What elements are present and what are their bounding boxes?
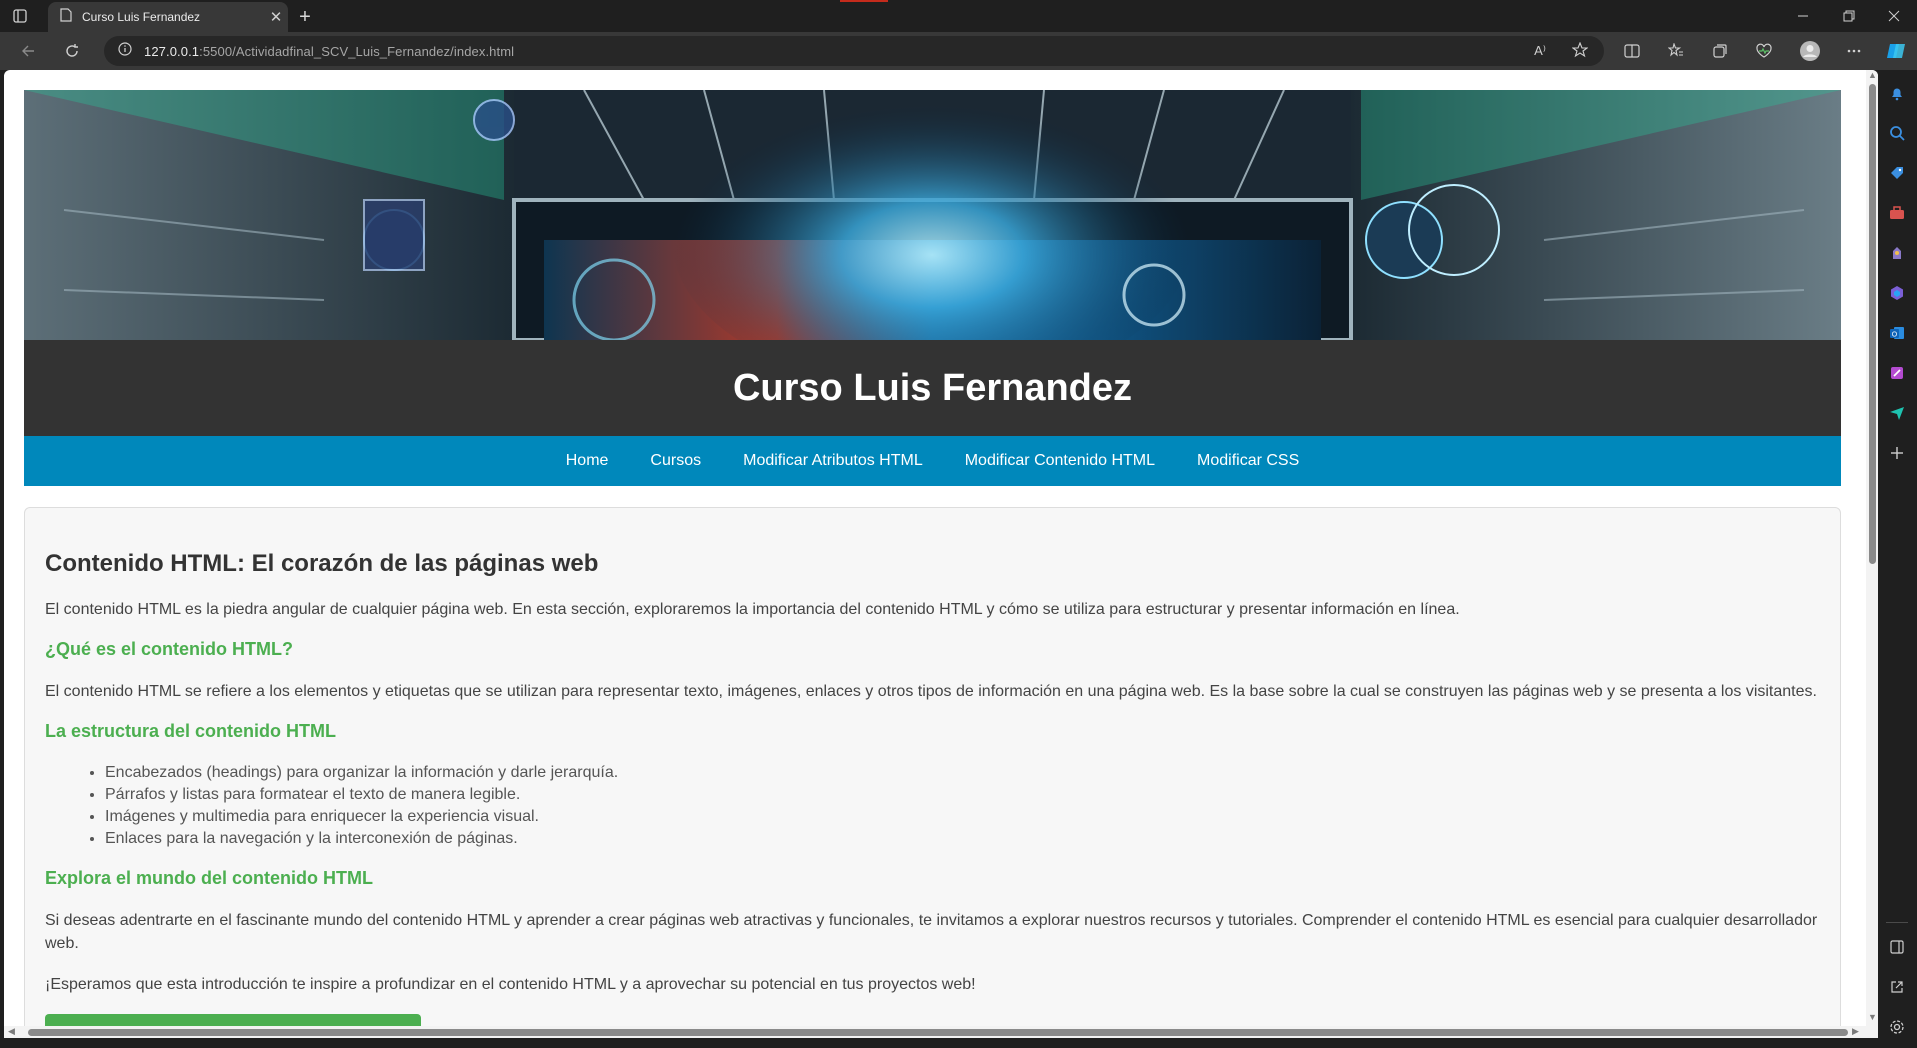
- horizontal-scrollbar[interactable]: ◀ ▶: [4, 1026, 1866, 1038]
- main-content: Contenido HTML: El corazón de las página…: [24, 507, 1841, 1038]
- section-paragraph-explora: Si deseas adentrarte en el fascinante mu…: [45, 912, 1818, 952]
- nav-link-cursos[interactable]: Cursos: [629, 452, 722, 470]
- restore-icon[interactable]: [1826, 0, 1872, 32]
- page-viewport: Curso Luis Fernandez Home Cursos Modific…: [4, 70, 1878, 1038]
- list-item: Imágenes y multimedia para enriquecer la…: [105, 806, 1820, 828]
- more-options-icon[interactable]: [1840, 37, 1868, 65]
- recording-indicator: [840, 0, 888, 2]
- browser-essentials-icon[interactable]: [1750, 37, 1778, 65]
- url-text[interactable]: 127.0.0.1:5500/Actividadfinal_SCV_Luis_F…: [144, 44, 514, 59]
- scroll-up-icon[interactable]: ▲: [1868, 70, 1877, 80]
- section-title-estructura: La estructura del contenido HTML: [45, 721, 337, 741]
- tools-icon[interactable]: [1886, 202, 1908, 224]
- content-heading: Contenido HTML: El corazón de las página…: [45, 550, 599, 577]
- edge-sidebar: O: [1878, 70, 1917, 1048]
- close-tab-icon[interactable]: ✕: [264, 8, 288, 26]
- games-icon[interactable]: [1886, 242, 1908, 264]
- shopping-tag-icon[interactable]: [1886, 162, 1908, 184]
- intro-paragraph: El contenido HTML es la piedra angular d…: [45, 601, 1460, 618]
- collections-icon[interactable]: [1706, 37, 1734, 65]
- section-paragraph-que-es: El contenido HTML se refiere a los eleme…: [45, 683, 1817, 700]
- info-icon[interactable]: [118, 41, 132, 61]
- site-title: Curso Luis Fernandez: [732, 366, 1133, 409]
- send-icon[interactable]: [1886, 402, 1908, 424]
- favorites-icon[interactable]: [1662, 37, 1690, 65]
- profile-avatar[interactable]: [1796, 37, 1824, 65]
- structure-list: Encabezados (headings) para organizar la…: [105, 762, 1820, 850]
- sidebar-layout-icon[interactable]: [1886, 936, 1908, 958]
- list-item: Encabezados (headings) para organizar la…: [105, 762, 1820, 784]
- sidebar-divider: [1886, 922, 1908, 923]
- scroll-down-icon[interactable]: ▼: [1868, 1012, 1877, 1022]
- cta-button[interactable]: [45, 1014, 421, 1026]
- site-header: Curso Luis Fernandez: [24, 340, 1841, 436]
- scroll-right-icon[interactable]: ▶: [1852, 1026, 1859, 1037]
- microsoft-365-icon[interactable]: [1886, 282, 1908, 304]
- section-title-que-es: ¿Qué es el contenido HTML?: [45, 639, 294, 659]
- horizontal-scroll-thumb[interactable]: [28, 1029, 1848, 1036]
- notification-bell-icon[interactable]: [1886, 82, 1908, 104]
- title-bar: Curso Luis Fernandez ✕ +: [0, 0, 1917, 32]
- read-aloud-icon[interactable]: A⁾: [1534, 43, 1546, 59]
- favorite-star-icon[interactable]: [1571, 41, 1589, 63]
- browser-toolbar: 127.0.0.1:5500/Actividadfinal_SCV_Luis_F…: [0, 32, 1917, 70]
- back-icon[interactable]: [14, 37, 42, 65]
- close-window-icon[interactable]: [1871, 0, 1917, 32]
- designer-icon[interactable]: [1886, 362, 1908, 384]
- list-item: Enlaces para la navegación y la intercon…: [105, 828, 1820, 850]
- nav-link-modificar-atributos[interactable]: Modificar Atributos HTML: [722, 452, 944, 470]
- search-icon[interactable]: [1886, 122, 1908, 144]
- section-title-explora: Explora el mundo del contenido HTML: [45, 868, 374, 888]
- page-icon: [60, 7, 72, 27]
- header-banner-image: [24, 90, 1841, 340]
- closing-paragraph: ¡Esperamos que esta introducción te insp…: [45, 976, 976, 993]
- main-nav: Home Cursos Modificar Atributos HTML Mod…: [24, 436, 1841, 486]
- tab-actions-icon[interactable]: [0, 0, 40, 32]
- nav-link-home[interactable]: Home: [545, 452, 630, 470]
- settings-gear-icon[interactable]: [1886, 1016, 1908, 1038]
- open-external-icon[interactable]: [1886, 976, 1908, 998]
- copilot-icon[interactable]: [1882, 37, 1910, 65]
- scroll-left-icon[interactable]: ◀: [8, 1026, 15, 1037]
- refresh-icon[interactable]: [58, 37, 86, 65]
- svg-text:O: O: [1892, 332, 1898, 339]
- nav-link-modificar-css[interactable]: Modificar CSS: [1176, 452, 1320, 470]
- vertical-scrollbar[interactable]: ▲ ▼: [1866, 70, 1878, 1038]
- outlook-icon[interactable]: O: [1886, 322, 1908, 344]
- address-bar[interactable]: 127.0.0.1:5500/Actividadfinal_SCV_Luis_F…: [104, 36, 1604, 66]
- vertical-scroll-thumb[interactable]: [1869, 84, 1876, 564]
- nav-link-modificar-contenido[interactable]: Modificar Contenido HTML: [944, 452, 1176, 470]
- minimize-icon[interactable]: [1780, 0, 1826, 32]
- page-container: Curso Luis Fernandez Home Cursos Modific…: [24, 90, 1841, 1038]
- list-item: Párrafos y listas para formatear el text…: [105, 784, 1820, 806]
- add-sidebar-app-icon[interactable]: [1886, 442, 1908, 464]
- split-screen-icon[interactable]: [1618, 37, 1646, 65]
- tab-title: Curso Luis Fernandez: [82, 10, 201, 24]
- tab-active[interactable]: Curso Luis Fernandez ✕: [48, 2, 288, 32]
- new-tab-button[interactable]: +: [292, 4, 318, 30]
